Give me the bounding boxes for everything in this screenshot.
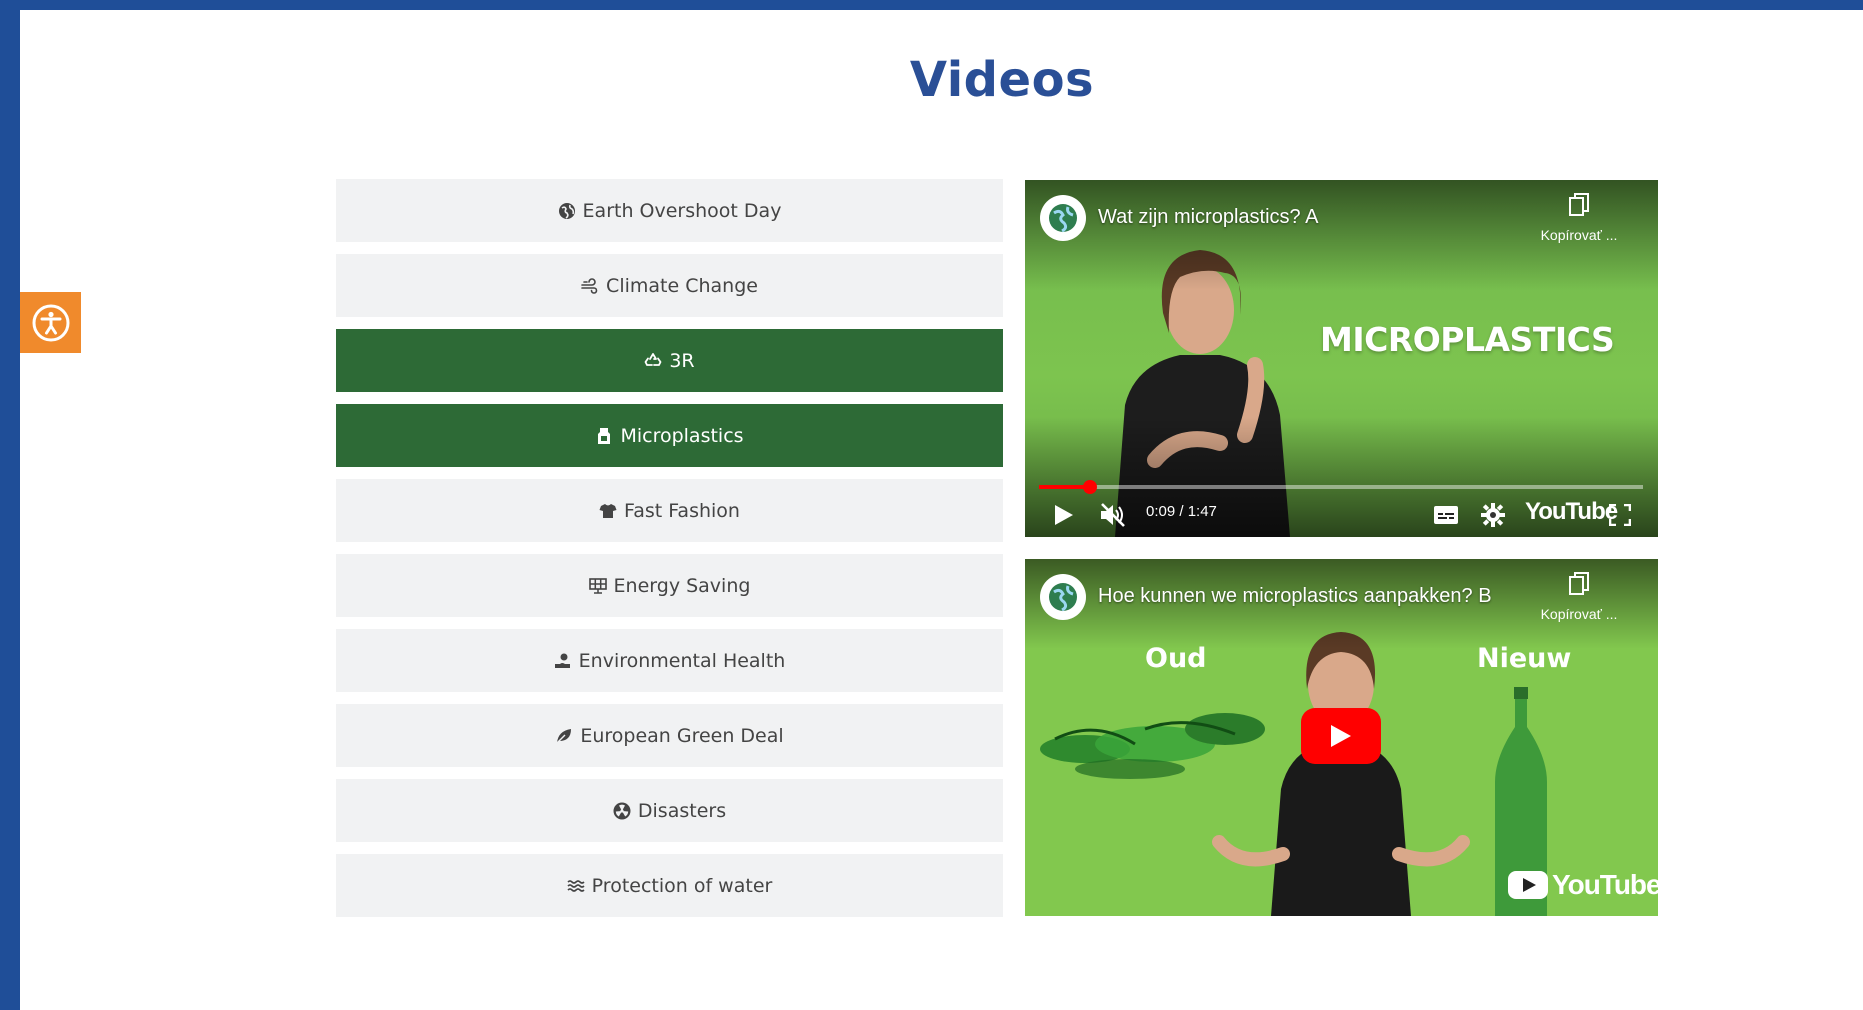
tab-label: Energy Saving [613,574,751,597]
youtube-icon [1508,871,1548,899]
time-display: 0:09 / 1:47 [1146,503,1217,520]
tab-earth-overshoot-day[interactable]: Earth Overshoot Day [336,179,1003,242]
recycle-icon [644,352,662,370]
leaf-icon [555,727,573,745]
tab-label: Protection of water [591,874,773,897]
tab-protection-of-water[interactable]: Protection of water [336,854,1003,917]
large-play-button[interactable] [1301,708,1381,764]
left-frame-bar [0,0,20,1010]
topic-tab-list: Earth Overshoot Day Climate Change 3R Mi… [336,179,1003,929]
globe-icon [1049,583,1077,612]
copy-icon [1569,193,1589,216]
tab-label: Disasters [637,799,727,822]
subtitles-button[interactable] [1432,502,1460,528]
progress-bar[interactable] [1039,480,1643,494]
top-frame-bar [0,0,1863,10]
copy-link-button[interactable]: Kopírovať ... [1534,192,1624,243]
youtube-logo-link[interactable]: YouTube [1525,498,1618,526]
youtube-logo-link[interactable]: YouTube [1508,869,1658,901]
tab-european-green-deal[interactable]: European Green Deal [336,704,1003,767]
channel-avatar[interactable] [1040,574,1086,620]
page-title: Videos [909,52,1095,108]
fullscreen-button[interactable] [1607,502,1633,528]
wind-icon [581,277,599,295]
radiation-icon [613,802,631,820]
tab-label: Earth Overshoot Day [582,199,782,222]
globe-icon [1049,204,1077,233]
play-icon [1331,725,1351,747]
earth-icon [558,202,576,220]
tab-3r[interactable]: 3R [336,329,1003,392]
tab-fast-fashion[interactable]: Fast Fashion [336,479,1003,542]
tab-label: Fast Fashion [624,499,740,522]
tab-environmental-health[interactable]: Environmental Health [336,629,1003,692]
tab-label: European Green Deal [580,724,784,747]
copy-link-button[interactable]: Kopírovať ... [1534,571,1624,622]
water-icon [567,877,585,895]
play-button[interactable] [1049,500,1079,530]
video-player-microplastics[interactable]: MICROPLASTICS Wat zijn microplastics? A … [1025,180,1658,537]
solar-panel-icon [588,577,607,595]
video-player-tackle-microplastics[interactable]: Oud Nieuw Hoe kunnen we microplastics aa… [1025,559,1658,916]
fullscreen-icon [1609,504,1631,526]
mute-button[interactable] [1097,499,1129,531]
volume-muted-icon [1101,503,1125,527]
video-title[interactable]: Hoe kunnen we microplastics aanpakken? B [1098,585,1492,608]
tab-energy-saving[interactable]: Energy Saving [336,554,1003,617]
copy-link-label: Kopírovať ... [1540,606,1618,622]
play-icon [1055,505,1073,525]
tab-climate-change[interactable]: Climate Change [336,254,1003,317]
video-overlay-text: MICROPLASTICS [1320,320,1615,359]
subtitles-icon [1434,506,1458,524]
accessibility-button[interactable] [20,292,81,353]
tab-microplastics[interactable]: Microplastics [336,404,1003,467]
tab-disasters[interactable]: Disasters [336,779,1003,842]
bottle-icon [595,427,613,445]
video-title[interactable]: Wat zijn microplastics? A [1098,206,1318,229]
tab-label: Environmental Health [578,649,786,672]
hand-heart-icon [554,652,572,670]
tab-label: 3R [669,349,695,372]
channel-avatar[interactable] [1040,195,1086,241]
youtube-wordmark: YouTube [1552,869,1658,900]
settings-button[interactable] [1479,501,1507,529]
tshirt-icon [599,502,617,520]
copy-icon [1569,572,1589,595]
tab-label: Climate Change [606,274,758,297]
copy-link-label: Kopírovať ... [1540,227,1618,243]
accessibility-icon [32,304,69,341]
tab-label: Microplastics [620,424,744,447]
gear-icon [1481,503,1505,527]
